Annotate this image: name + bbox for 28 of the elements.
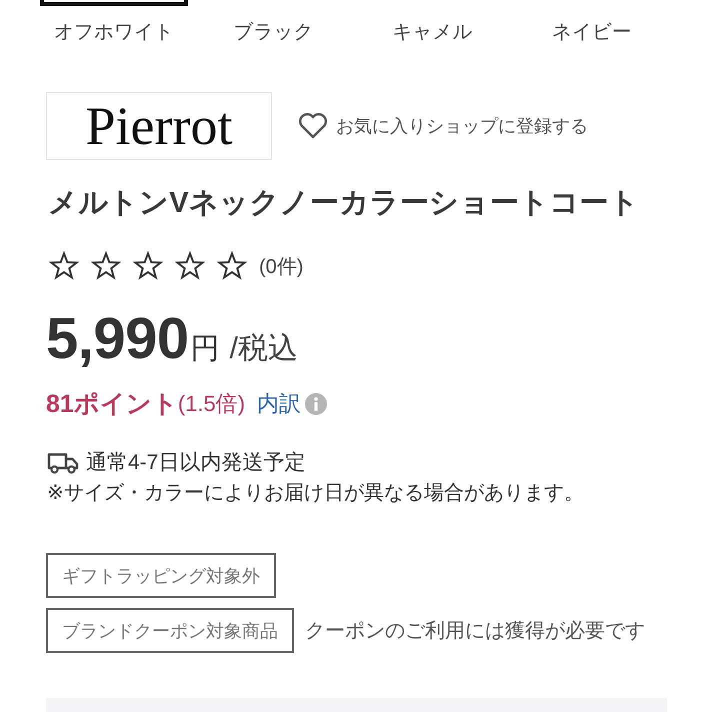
star-icon bbox=[175, 251, 205, 281]
favorite-shop-link[interactable]: お気に入りショップに登録する bbox=[298, 113, 588, 139]
product-title: メルトンVネックノーカラーショートコート bbox=[48, 186, 640, 221]
coupon-note: クーポンのご利用には獲得が必要です bbox=[305, 619, 645, 644]
color-option-label[interactable]: ブラック bbox=[233, 20, 314, 44]
truck-icon bbox=[47, 452, 79, 474]
review-count[interactable]: (0件) bbox=[259, 252, 304, 280]
star-icon bbox=[91, 251, 121, 281]
points-multiplier: (1.5倍) bbox=[178, 390, 246, 418]
info-icon bbox=[305, 393, 328, 415]
star-icon bbox=[49, 251, 79, 281]
color-option-label[interactable]: キャメル bbox=[392, 20, 473, 44]
star-icon bbox=[133, 251, 163, 281]
selected-swatch-frame[interactable] bbox=[40, 0, 188, 6]
price-amount: 5,990 bbox=[46, 311, 189, 367]
shop-logo[interactable]: Pierrot bbox=[46, 92, 272, 160]
price-currency: 円 bbox=[190, 334, 220, 364]
star-icon bbox=[217, 251, 247, 281]
tag-label: ブランドクーポン対象商品 bbox=[46, 608, 294, 653]
heart-icon bbox=[298, 113, 328, 139]
tax-note: /税込 bbox=[230, 334, 298, 364]
shipping-note: ※サイズ・カラーによりお届け日が異なる場合があります。 bbox=[47, 481, 585, 506]
shipping-estimate: 通常4-7日以内発送予定 bbox=[86, 450, 306, 476]
breakdown-link[interactable]: 内訳 bbox=[257, 388, 302, 420]
tag-label: ギフトラッピング対象外 bbox=[46, 553, 276, 598]
color-option-label[interactable]: オフホワイト bbox=[54, 20, 174, 44]
points-earned: 81ポイント bbox=[46, 389, 178, 420]
color-option-label[interactable]: ネイビー bbox=[552, 20, 632, 44]
